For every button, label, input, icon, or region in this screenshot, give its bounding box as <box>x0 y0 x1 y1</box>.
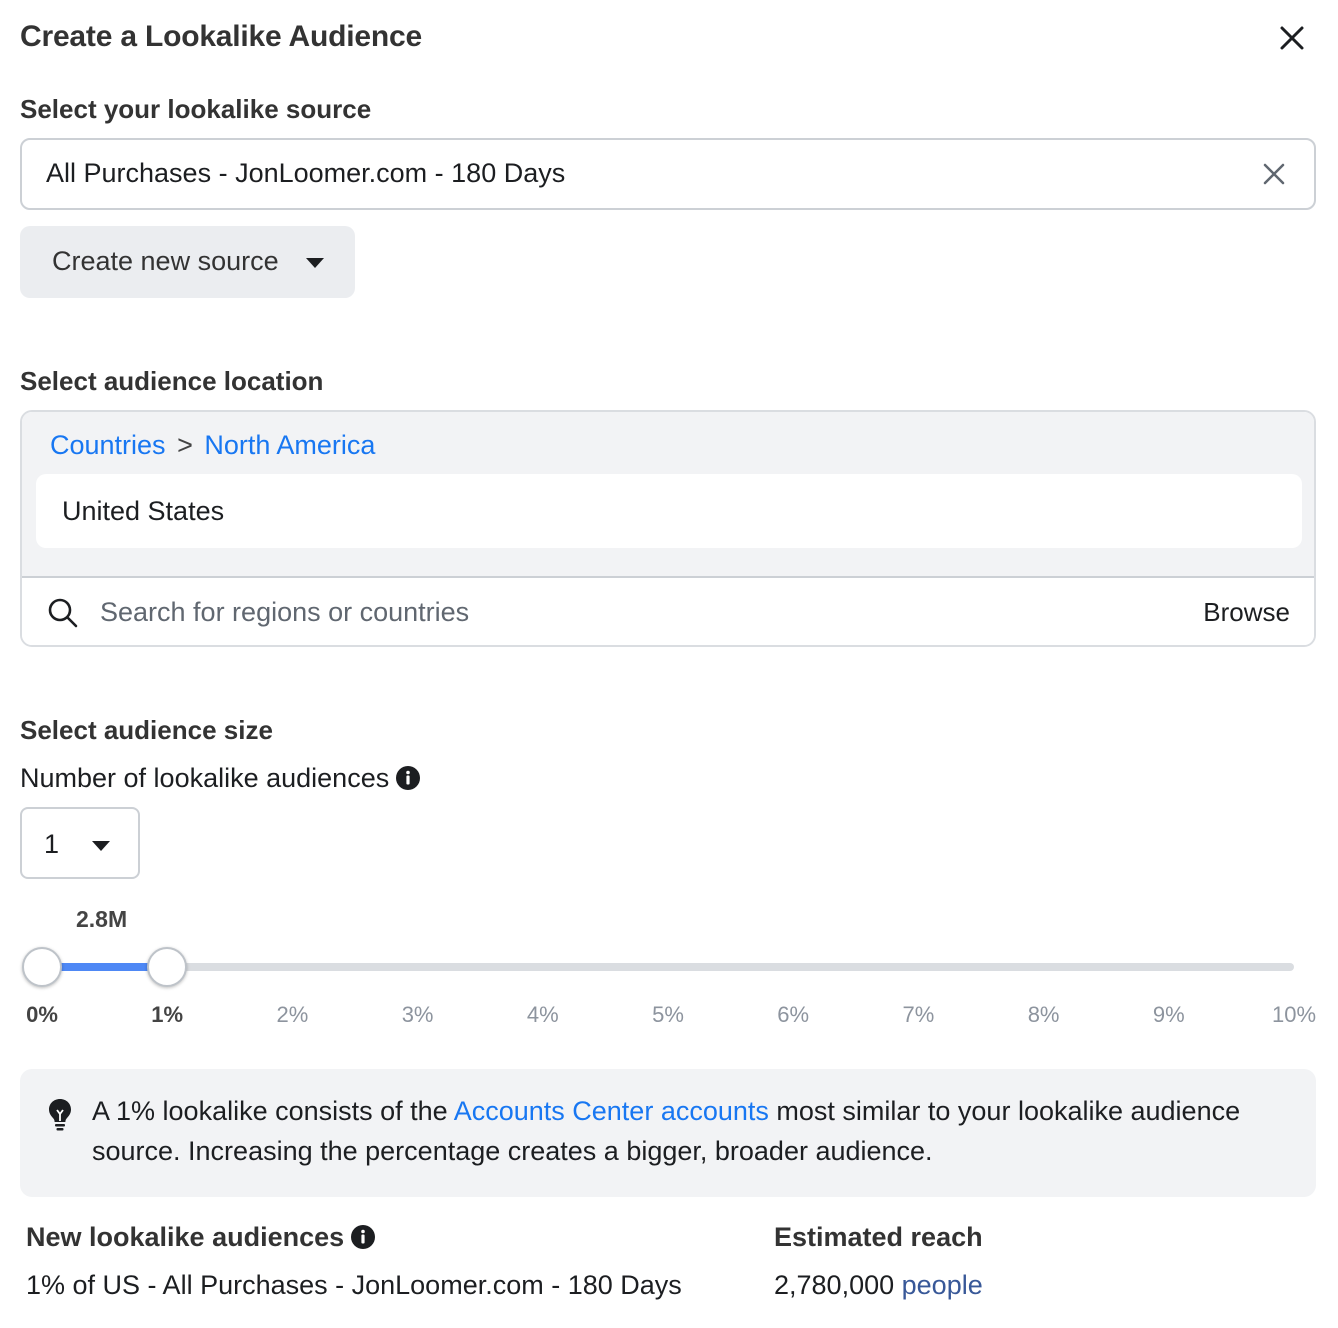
dialog-title: Create a Lookalike Audience <box>20 20 422 53</box>
slider-tick-label[interactable]: 6% <box>777 1002 809 1028</box>
source-value: All Purchases - JonLoomer.com - 180 Days <box>46 158 566 188</box>
source-field[interactable]: All Purchases - JonLoomer.com - 180 Days <box>20 138 1316 210</box>
size-section-label: Select audience size <box>20 715 273 745</box>
lightbulb-icon <box>46 1097 74 1131</box>
new-audiences-value: 1% of US - All Purchases - JonLoomer.com… <box>26 1270 682 1300</box>
slider-tick-label[interactable]: 0% <box>26 1002 58 1028</box>
estimated-reach-value: 2,780,000 people <box>774 1270 983 1301</box>
location-search-row: Browse <box>22 578 1314 645</box>
new-audiences-label-text: New lookalike audiences <box>26 1222 345 1252</box>
number-of-audiences-text: Number of lookalike audiences <box>20 763 390 793</box>
caret-down-icon <box>92 841 110 851</box>
slider-start-handle[interactable] <box>22 947 62 987</box>
slider-tick-label[interactable]: 4% <box>527 1002 559 1028</box>
slider-tick-label[interactable]: 10% <box>1272 1002 1316 1028</box>
info-icon[interactable] <box>350 1224 376 1250</box>
clear-source-icon[interactable] <box>1258 158 1290 190</box>
number-of-audiences-select[interactable]: 1 <box>20 807 140 879</box>
selected-location-label: United States <box>62 496 225 526</box>
create-new-source-button[interactable]: Create new source <box>20 226 355 298</box>
location-selected-panel: Countries > North America United States <box>22 412 1314 578</box>
close-icon[interactable] <box>1274 20 1310 56</box>
breadcrumb-countries[interactable]: Countries <box>50 430 166 460</box>
estimated-reach-number: 2,780,000 <box>774 1270 895 1300</box>
lookalike-tip: A 1% lookalike consists of the Accounts … <box>20 1069 1316 1197</box>
slider-tick-label[interactable]: 5% <box>652 1002 684 1028</box>
slider-audience-size-label: 2.8M <box>76 906 128 932</box>
breadcrumb-separator: > <box>177 430 193 460</box>
people-link[interactable]: people <box>902 1270 983 1300</box>
browse-button[interactable]: Browse <box>1203 597 1290 628</box>
slider-tick-label[interactable]: 1% <box>151 1002 183 1028</box>
search-icon <box>46 596 80 630</box>
tip-text-before: A 1% lookalike consists of the <box>92 1096 454 1126</box>
slider-tick-label[interactable]: 3% <box>402 1002 434 1028</box>
location-search-input[interactable] <box>100 590 1160 634</box>
slider-tick-label[interactable]: 9% <box>1153 1002 1185 1028</box>
source-section-label: Select your lookalike source <box>20 94 372 124</box>
location-selector: Countries > North America United States … <box>20 410 1316 647</box>
accounts-center-link[interactable]: Accounts Center accounts <box>454 1096 769 1126</box>
create-new-source-label: Create new source <box>52 246 279 276</box>
estimated-reach-label: Estimated reach <box>774 1222 983 1252</box>
location-section-label: Select audience location <box>20 366 324 396</box>
info-icon[interactable] <box>395 765 421 791</box>
slider-end-handle[interactable] <box>147 947 188 987</box>
selected-location-item[interactable]: United States <box>36 474 1302 548</box>
slider-track[interactable] <box>42 963 1294 971</box>
tip-text: A 1% lookalike consists of the Accounts … <box>92 1091 1302 1171</box>
slider-tick-label[interactable]: 8% <box>1028 1002 1060 1028</box>
breadcrumb: Countries > North America <box>50 430 375 461</box>
number-of-audiences-value: 1 <box>44 829 60 859</box>
new-audiences-label: New lookalike audiences <box>26 1222 376 1253</box>
slider-tick-label[interactable]: 7% <box>902 1002 934 1028</box>
caret-down-icon <box>306 258 324 268</box>
slider-ticks: 0% 1% 2% 3% 4% 5% 6% 7% 8% 9% 10% <box>0 1002 1338 1032</box>
breadcrumb-north-america[interactable]: North America <box>204 430 375 460</box>
number-of-audiences-label: Number of lookalike audiences <box>20 763 421 794</box>
slider-tick-label[interactable]: 2% <box>276 1002 308 1028</box>
